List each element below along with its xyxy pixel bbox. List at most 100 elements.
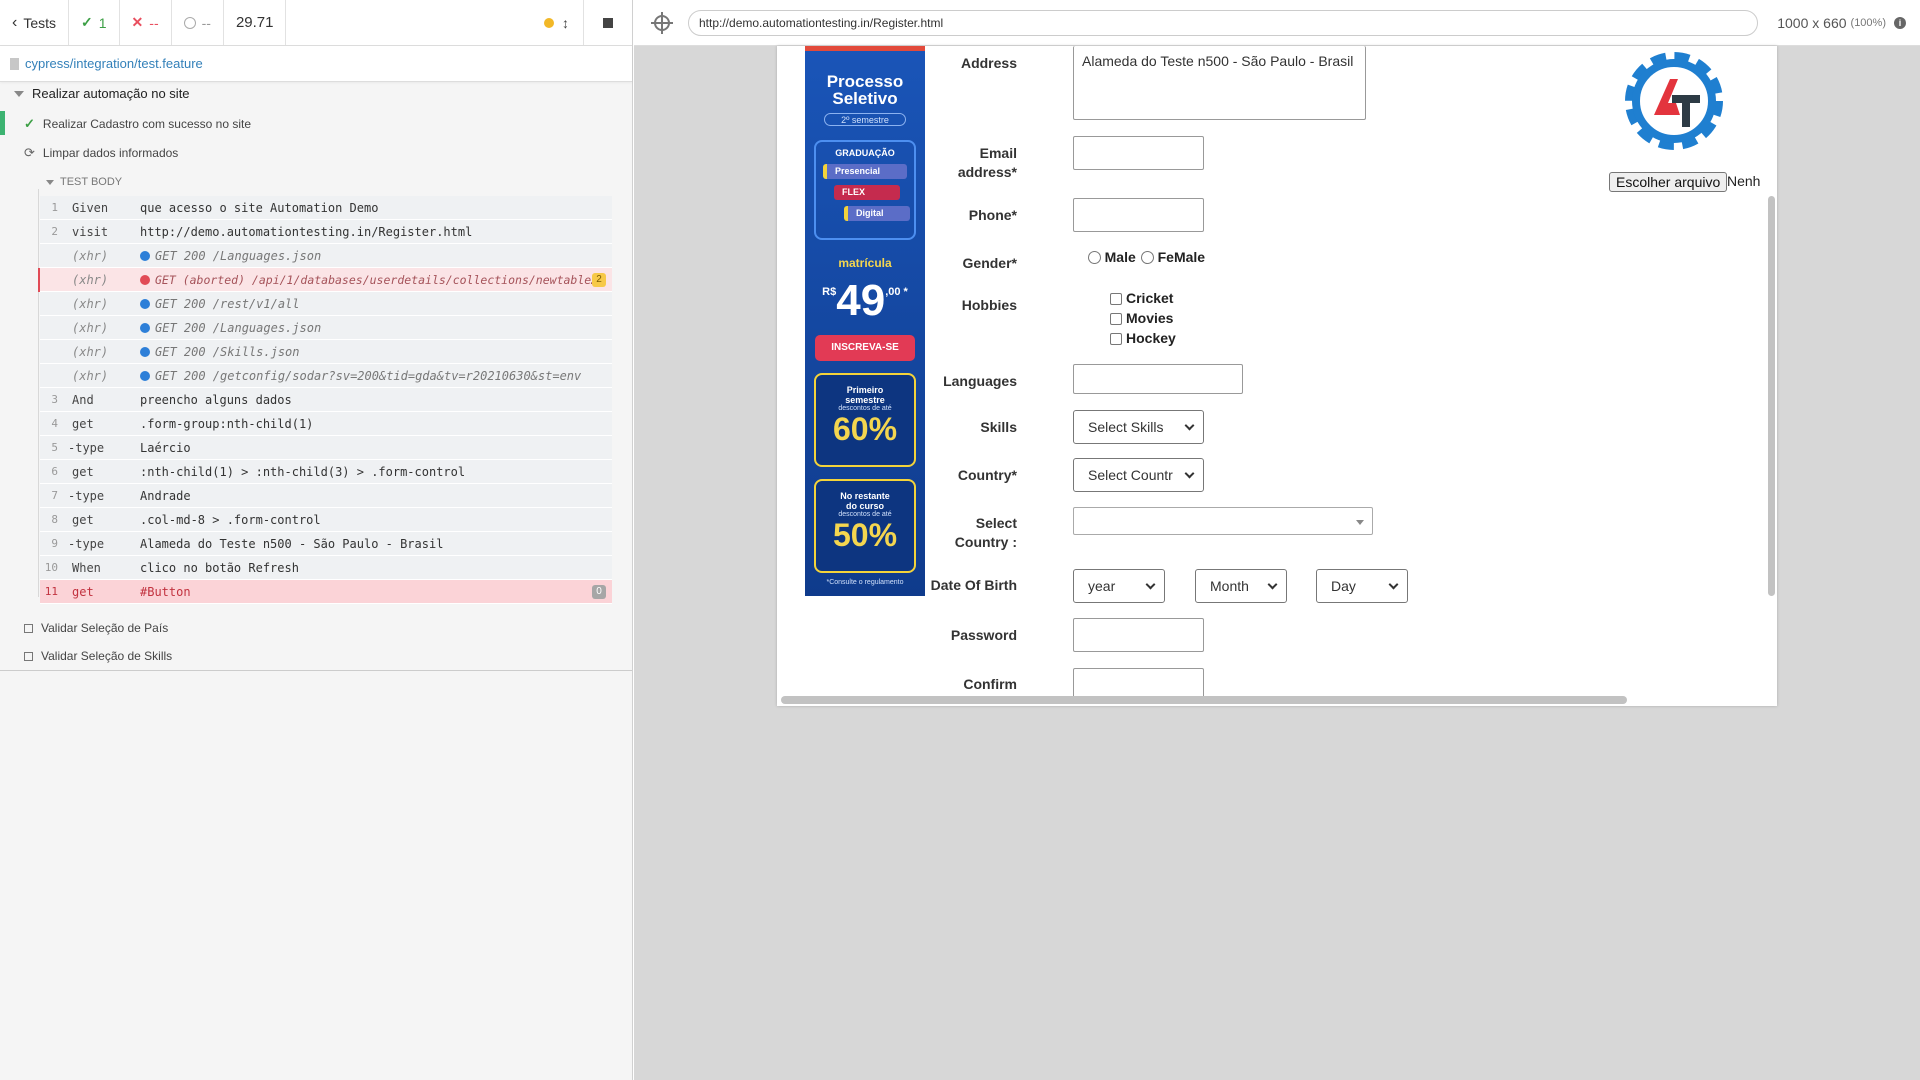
hobby-cricket-text: Cricket (1126, 290, 1174, 306)
address-textarea[interactable]: Alameda do Teste n500 - São Paulo - Bras… (1073, 46, 1366, 120)
command-number: 8 (51, 513, 58, 526)
command-row[interactable]: 4 get .form-group:nth-child(1) (40, 412, 612, 436)
command-row[interactable]: (xhr) GET 200 /Languages.json (40, 244, 612, 268)
dob-year-select[interactable]: year (1073, 569, 1165, 603)
hobby-hockey[interactable]: Hockey (1110, 330, 1176, 346)
command-message: Andrade (140, 488, 191, 503)
command-row[interactable]: 11 get #Button 0 (40, 580, 612, 604)
suite-title[interactable]: Realizar automação no site (14, 86, 190, 101)
caret-down-icon (1356, 520, 1364, 525)
command-name: Given (72, 200, 109, 215)
email-input[interactable] (1073, 136, 1204, 170)
ad-price-value: 49 (836, 276, 886, 325)
phone-input[interactable] (1073, 198, 1204, 232)
chevron-left-icon: ‹ (12, 13, 18, 31)
failed-count[interactable]: ✕ -- (120, 0, 172, 45)
check-icon: ✓ (81, 14, 93, 30)
tests-button[interactable]: ‹ Tests (0, 0, 70, 45)
command-name: (xhr) (72, 296, 109, 311)
dob-day-select[interactable]: Day (1316, 569, 1408, 603)
command-name: -type (68, 536, 105, 551)
test-running[interactable]: ⟳ Limpar dados informados (24, 145, 178, 161)
caret-down-icon (14, 90, 24, 97)
gender-label: Gender* (962, 255, 1017, 271)
gender-male-radio[interactable] (1088, 251, 1101, 264)
ad-cta-button[interactable]: INSCREVA-SE (815, 335, 915, 361)
hobby-cricket-checkbox[interactable] (1110, 293, 1122, 305)
url-display[interactable]: http://demo.automationtesting.in/Registe… (688, 9, 1758, 36)
auto-scroll-icon[interactable]: ↕ (562, 15, 569, 31)
choose-file-button[interactable]: Escolher arquivo (1609, 172, 1728, 192)
command-row[interactable]: 2 visit http://demo.automationtesting.in/R… (40, 220, 612, 244)
command-row[interactable]: 5 -type Laércio (40, 436, 612, 460)
email-label-line: Email (979, 145, 1017, 161)
command-row[interactable]: (xhr) GET 200 /Skills.json (40, 340, 612, 364)
hobby-cricket[interactable]: Cricket (1110, 290, 1173, 306)
gender-male-text: Male (1104, 249, 1136, 265)
chevron-down-icon (1184, 468, 1195, 478)
stop-button[interactable] (584, 0, 632, 45)
command-message: GET (aborted) /api/1/databases/userdetai… (140, 273, 612, 287)
command-name: get (72, 416, 94, 431)
test-title: Validar Seleção de País (41, 621, 169, 635)
languages-multiselect[interactable] (1073, 364, 1243, 394)
email-label-line: address* (957, 164, 1017, 180)
command-row[interactable]: (xhr) GET 200 /rest/v1/all (40, 292, 612, 316)
command-name: get (72, 584, 94, 599)
command-row[interactable]: 3 And preencho alguns dados (40, 388, 612, 412)
hobby-movies[interactable]: Movies (1110, 310, 1173, 326)
command-count-badge: 2 (592, 273, 606, 287)
hobby-hockey-checkbox[interactable] (1110, 333, 1122, 345)
refresh-icon: ⟳ (24, 145, 35, 160)
passed-count[interactable]: ✓ 1 (69, 0, 120, 45)
command-row[interactable]: 1 Given que acesso o site Automation Demo (40, 196, 612, 220)
test-passed[interactable]: ✓ Realizar Cadastro com sucesso no site (24, 116, 251, 132)
command-row[interactable]: (xhr) GET (aborted) /api/1/databases/user… (38, 268, 612, 292)
command-row[interactable]: 9 -type Alameda do Teste n500 - São Paulo … (40, 532, 612, 556)
email-label: Email address* (897, 144, 1017, 182)
skills-select[interactable]: Select Skills (1073, 410, 1204, 444)
chevron-down-icon (1267, 579, 1278, 589)
skills-label: Skills (980, 419, 1017, 435)
hobby-movies-checkbox[interactable] (1110, 313, 1122, 325)
selector-playground-icon[interactable] (651, 11, 673, 34)
command-name: (xhr) (72, 368, 109, 383)
gender-female-option[interactable]: FeMale (1141, 249, 1205, 265)
command-row[interactable]: (xhr) GET 200 /Languages.json (40, 316, 612, 340)
duration: 29.71 (224, 0, 287, 45)
gender-male-option[interactable]: Male (1088, 249, 1136, 265)
viewport-scale: (100%) (1850, 17, 1886, 29)
command-row[interactable]: (xhr) GET 200 /getconfig/sodar?sv=200&tid… (40, 364, 612, 388)
password-input[interactable] (1073, 618, 1204, 652)
command-message-text: GET 200 /rest/v1/all (155, 296, 300, 311)
command-log: 1 Given que acesso o site Automation Demo 2… (38, 196, 612, 604)
test-pending[interactable]: Validar Seleção de Skills (24, 649, 172, 663)
command-message: Laércio (140, 440, 191, 455)
gender-female-radio[interactable] (1141, 251, 1154, 264)
test-pending[interactable]: Validar Seleção de País (24, 621, 168, 635)
command-number: 1 (51, 201, 58, 214)
horizontal-scrollbar[interactable] (781, 696, 1627, 704)
info-icon[interactable]: i (1894, 17, 1906, 29)
pending-count[interactable]: -- (172, 0, 224, 45)
command-row[interactable]: 8 get .col-md-8 > .form-control (40, 508, 612, 532)
command-row[interactable]: 7 -type Andrade (40, 484, 612, 508)
select-country-combobox[interactable] (1073, 507, 1373, 535)
country-select[interactable]: Select Countr (1073, 458, 1204, 492)
select-country-label-line: Select (975, 515, 1017, 531)
vertical-scrollbar[interactable] (1768, 196, 1775, 596)
test-title: Validar Seleção de Skills (41, 649, 173, 663)
phone-label: Phone* (968, 207, 1017, 223)
xhr-aborted-dot-icon (140, 274, 150, 285)
dob-month-select[interactable]: Month (1195, 569, 1287, 603)
spec-file-bar[interactable]: cypress/integration/test.feature (0, 46, 632, 82)
command-row[interactable]: 6 get:nth-child(1) > :nth-child(3) > .for… (40, 460, 612, 484)
command-row[interactable]: 10 When clico no botão Refresh (40, 556, 612, 580)
command-message: #Button (140, 584, 191, 599)
divider (0, 670, 632, 671)
command-message: GET 200 /getconfig/sodar?sv=200&tid=gda&… (140, 369, 612, 383)
spec-path[interactable]: cypress/integration/test.feature (25, 56, 203, 71)
chevron-down-icon (1145, 579, 1156, 589)
ad-tag: FLEX (834, 185, 900, 200)
test-body-header[interactable]: TEST BODY (46, 176, 122, 188)
